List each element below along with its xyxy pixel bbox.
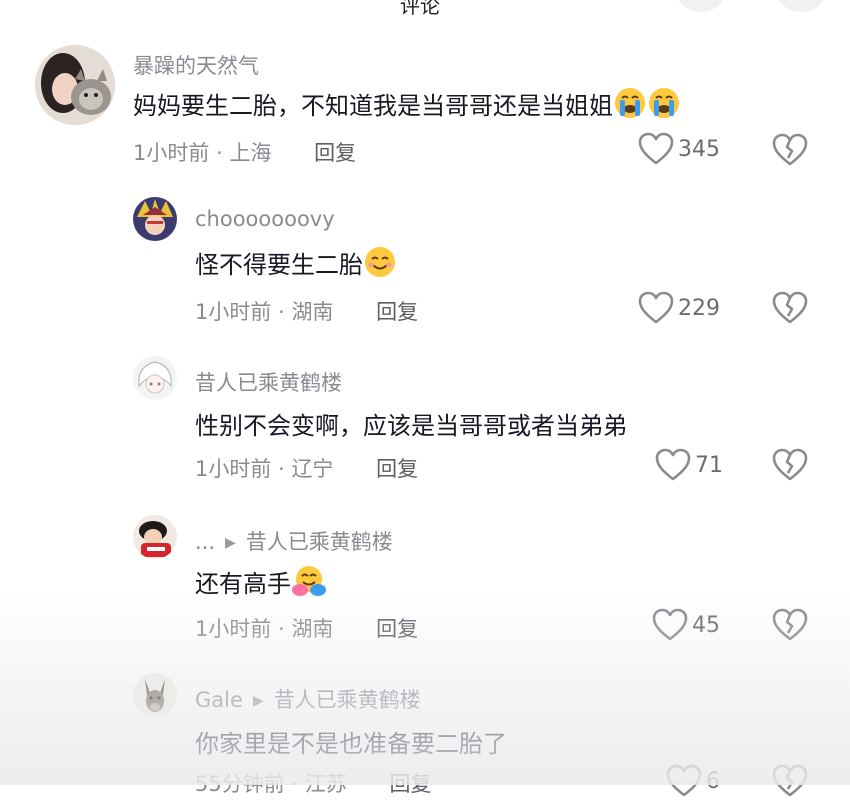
dislike-button[interactable] xyxy=(772,764,808,802)
separator: · xyxy=(278,457,285,481)
avatar[interactable] xyxy=(133,356,177,400)
avatar-image xyxy=(133,515,177,559)
comment-username: ... ▶ 昔人已乘黄鹤楼 xyxy=(195,526,393,556)
comment-location: 上海 xyxy=(229,141,272,165)
comment-meta: 55分钟前 · 江苏 回复 xyxy=(195,768,431,798)
dislike-button[interactable] xyxy=(772,448,808,486)
comment-username[interactable]: 暴躁的天然气 xyxy=(133,50,259,80)
reply-author[interactable]: Gale xyxy=(195,688,243,712)
avatar[interactable] xyxy=(133,673,177,717)
broken-heart-icon xyxy=(772,764,808,797)
separator: · xyxy=(216,141,223,165)
like-button[interactable]: 229 xyxy=(638,291,720,325)
crying-face-emoji xyxy=(613,86,647,126)
panel-title: 评论 xyxy=(400,0,440,18)
comment-username[interactable]: chooooooovy xyxy=(195,207,335,231)
comment-time: 1小时前 xyxy=(195,617,272,641)
separator: · xyxy=(278,617,285,641)
hug-face-emoji xyxy=(291,564,327,604)
avatar-image xyxy=(35,45,115,125)
heart-icon xyxy=(666,764,702,797)
comment-text: 性别不会变啊，应该是当哥哥或者当弟弟 xyxy=(195,412,627,440)
avatar[interactable] xyxy=(133,515,177,559)
comment-location: 辽宁 xyxy=(291,457,334,481)
reply-button[interactable]: 回复 xyxy=(389,772,431,796)
like-button[interactable]: 71 xyxy=(655,448,723,482)
dislike-button[interactable] xyxy=(772,608,808,646)
reply-target[interactable]: 昔人已乘黄鹤楼 xyxy=(246,530,393,554)
dislike-button[interactable] xyxy=(772,291,808,329)
comment-meta: 1小时前 · 辽宁 回复 xyxy=(195,453,418,483)
heart-icon xyxy=(638,291,674,324)
comment-location: 湖南 xyxy=(291,300,334,324)
dislike-button[interactable] xyxy=(772,133,808,171)
like-button[interactable]: 345 xyxy=(638,132,720,166)
comment-location: 江苏 xyxy=(304,772,347,796)
avatar-image xyxy=(133,356,177,400)
like-count: 229 xyxy=(678,295,720,321)
like-count: 45 xyxy=(692,612,720,638)
comment-time: 1小时前 xyxy=(195,457,272,481)
comment-time: 1小时前 xyxy=(133,141,210,165)
crying-face-emoji xyxy=(647,86,681,126)
comment-text: 还有高手 xyxy=(195,564,327,604)
search-button[interactable] xyxy=(676,0,726,12)
avatar-image xyxy=(133,673,177,717)
reply-button[interactable]: 回复 xyxy=(376,617,418,641)
like-count: 6 xyxy=(706,768,720,794)
comment-text: 妈妈要生二胎，不知道我是当哥哥还是当姐姐 xyxy=(133,86,681,126)
like-button[interactable]: 45 xyxy=(652,608,720,642)
smiling-face-emoji xyxy=(363,245,397,285)
broken-heart-icon xyxy=(772,448,808,481)
reply-button[interactable]: 回复 xyxy=(376,300,418,324)
comment-time: 55分钟前 xyxy=(195,772,285,796)
comment-meta: 1小时前 · 湖南 回复 xyxy=(195,613,418,643)
reply-button[interactable]: 回复 xyxy=(376,457,418,481)
comment-text: 你家里是不是也准备要二胎了 xyxy=(195,730,507,758)
broken-heart-icon xyxy=(772,133,808,166)
comment-meta: 1小时前 · 湖南 回复 xyxy=(195,296,418,326)
comment-meta: 1小时前 · 上海 回复 xyxy=(133,137,356,167)
separator: · xyxy=(278,300,285,324)
avatar[interactable] xyxy=(35,45,115,125)
comment-username: Gale ▶ 昔人已乘黄鹤楼 xyxy=(195,684,421,714)
reply-author[interactable]: ... xyxy=(195,530,215,554)
comment-username[interactable]: 昔人已乘黄鹤楼 xyxy=(195,367,342,397)
heart-icon xyxy=(638,132,674,165)
like-count: 345 xyxy=(678,136,720,162)
avatar-image xyxy=(133,197,177,241)
heart-icon xyxy=(652,608,688,641)
heart-icon xyxy=(655,448,691,481)
comment-text: 怪不得要生二胎 xyxy=(195,245,397,285)
reply-arrow-icon: ▶ xyxy=(225,535,236,551)
comment-time: 1小时前 xyxy=(195,300,272,324)
avatar[interactable] xyxy=(133,197,177,241)
like-count: 71 xyxy=(695,452,723,478)
reply-arrow-icon: ▶ xyxy=(252,693,264,709)
top-bar: 评论 xyxy=(0,0,850,18)
comment-location: 湖南 xyxy=(291,617,334,641)
reply-button[interactable]: 回复 xyxy=(314,141,356,165)
reply-target[interactable]: 昔人已乘黄鹤楼 xyxy=(274,688,421,712)
like-button[interactable]: 6 xyxy=(666,764,720,798)
separator: · xyxy=(291,772,299,796)
broken-heart-icon xyxy=(772,608,808,641)
broken-heart-icon xyxy=(772,291,808,324)
close-button[interactable] xyxy=(776,0,826,12)
